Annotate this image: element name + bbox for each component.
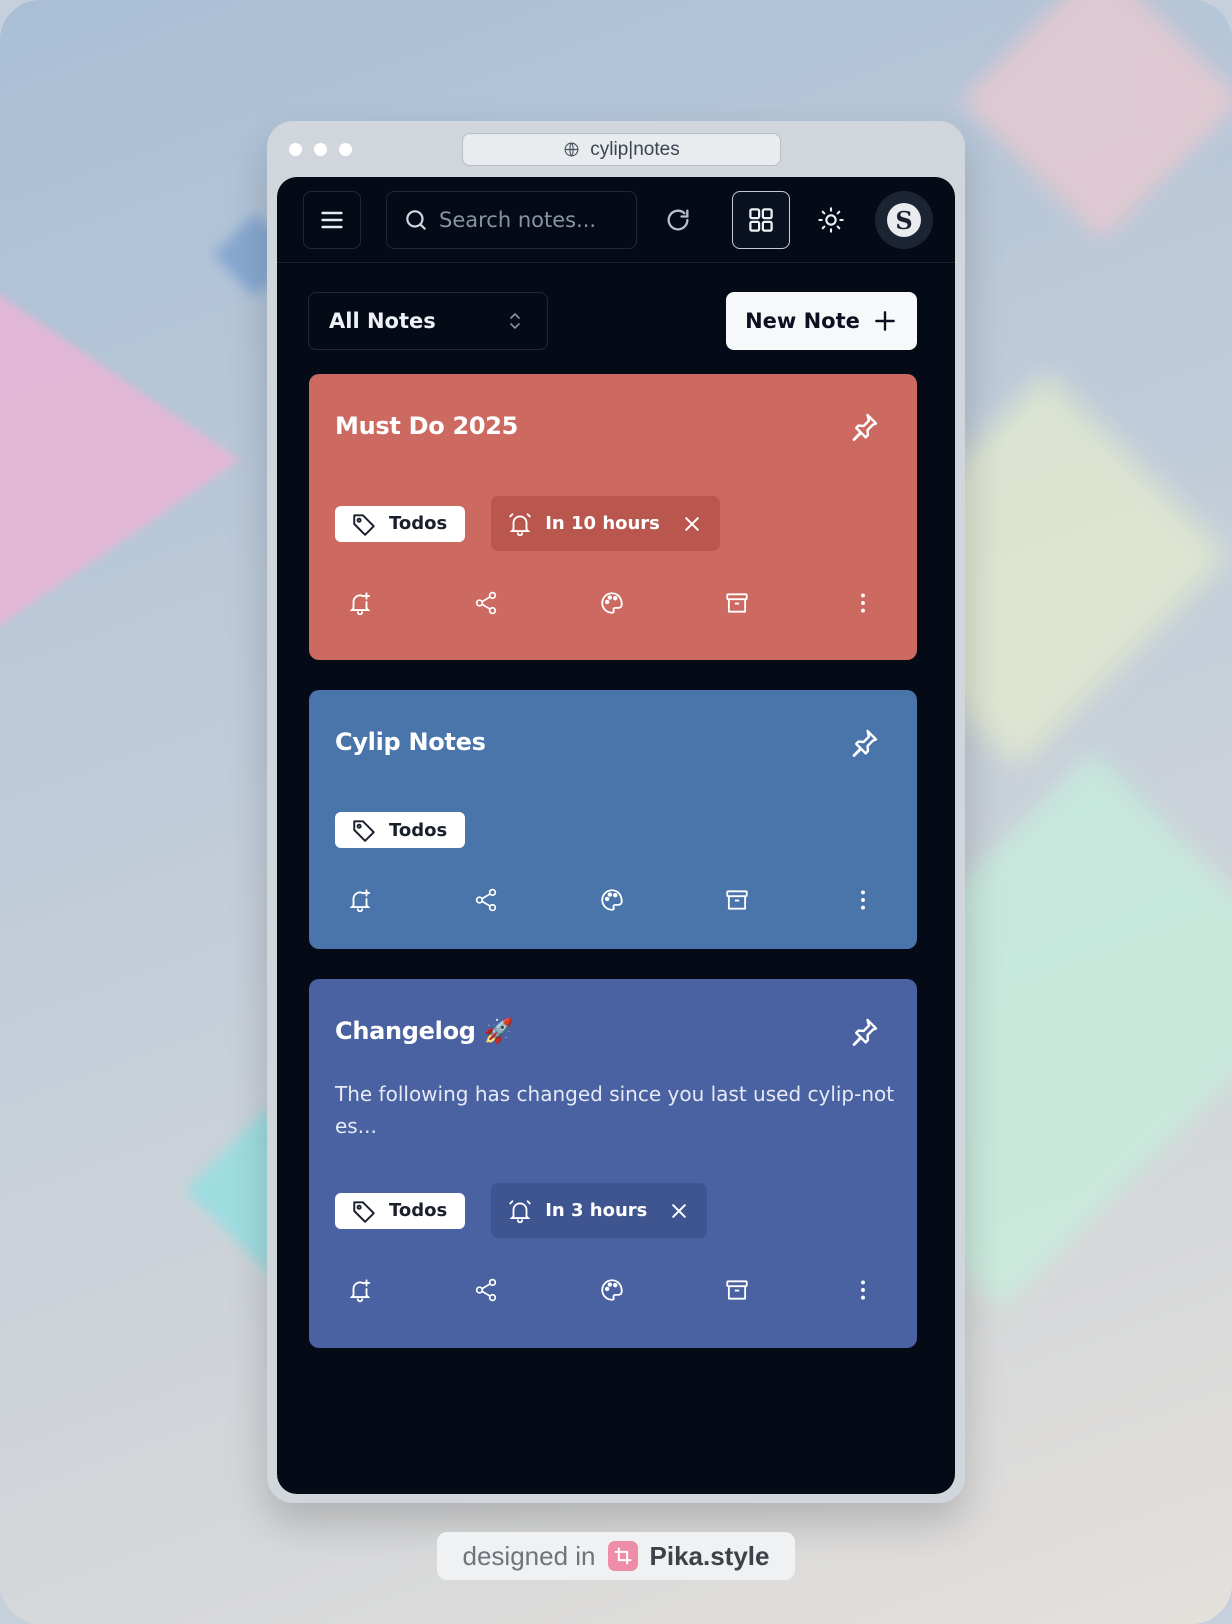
- plus-icon: [875, 311, 895, 331]
- note-actions: [346, 886, 877, 914]
- bell-plus-icon: [349, 1279, 371, 1303]
- grid-view-icon: [749, 208, 773, 232]
- note-title: Changelog 🚀: [335, 1017, 514, 1045]
- grid-view-button[interactable]: [732, 191, 790, 249]
- search-placeholder: Search notes...: [439, 208, 597, 232]
- share-icon: [475, 1278, 496, 1302]
- more-options-button[interactable]: [849, 1276, 877, 1304]
- notes-toolbar: All Notes New Note: [277, 263, 955, 373]
- window-close-dot[interactable]: [289, 143, 302, 156]
- tag-icon: [353, 820, 375, 842]
- add-reminder-button[interactable]: [346, 1276, 374, 1304]
- menu-button[interactable]: [303, 191, 361, 249]
- tag-label: Todos: [389, 819, 448, 841]
- decor-pink-shape: [0, 240, 240, 680]
- more-vertical-icon: [861, 593, 865, 613]
- note-body: The following has changed since you last…: [335, 1082, 895, 1138]
- tag-chip[interactable]: Todos: [335, 505, 466, 542]
- add-reminder-button[interactable]: [346, 886, 374, 914]
- share-icon: [475, 888, 496, 912]
- note-actions: [346, 1276, 877, 1304]
- pin-icon[interactable]: [847, 410, 881, 444]
- pin-icon[interactable]: [847, 1015, 881, 1049]
- notes-filter-select[interactable]: All Notes: [308, 292, 548, 350]
- globe-icon: [564, 142, 579, 157]
- tag-icon: [353, 513, 375, 536]
- search-icon: [406, 210, 426, 230]
- note-title: Must Do 2025: [335, 412, 519, 440]
- reminder-label: In 3 hours: [545, 1200, 648, 1221]
- user-avatar-button[interactable]: S: [875, 191, 933, 249]
- tag-icon: [353, 1200, 375, 1223]
- archive-icon: [726, 593, 748, 613]
- credit-brand: Pika.style: [649, 1540, 770, 1571]
- window-maximize-dot[interactable]: [339, 143, 352, 156]
- bell-icon: [509, 512, 531, 536]
- more-options-button[interactable]: [849, 886, 877, 914]
- add-reminder-button[interactable]: [346, 589, 374, 617]
- note-card[interactable]: Cylip Notes Todos: [309, 690, 917, 949]
- bell-plus-icon: [349, 889, 371, 913]
- refresh-icon: [667, 209, 689, 231]
- archive-button[interactable]: [723, 589, 751, 617]
- more-vertical-icon: [861, 890, 865, 910]
- credit-prefix: designed in: [462, 1540, 596, 1571]
- palette-icon: [600, 592, 623, 614]
- note-chips: Todos In 10 hours: [335, 496, 720, 551]
- search-input[interactable]: Search notes...: [386, 191, 637, 249]
- more-options-button[interactable]: [849, 589, 877, 617]
- reminder-chip[interactable]: In 3 hours: [491, 1183, 708, 1238]
- avatar-letter: S: [887, 203, 921, 237]
- tag-chip[interactable]: Todos: [335, 812, 466, 848]
- bell-plus-icon: [349, 592, 371, 616]
- note-chips: Todos In 3 hours: [335, 1183, 708, 1238]
- tag-label: Todos: [389, 1200, 448, 1221]
- new-note-button[interactable]: New Note: [726, 292, 917, 350]
- theme-toggle-button[interactable]: [802, 191, 860, 249]
- bell-icon: [509, 1199, 531, 1223]
- tag-chip[interactable]: Todos: [335, 1192, 466, 1229]
- more-vertical-icon: [861, 1280, 865, 1300]
- new-note-label: New Note: [745, 309, 860, 333]
- color-button[interactable]: [598, 886, 626, 914]
- share-button[interactable]: [472, 1276, 500, 1304]
- archive-button[interactable]: [723, 886, 751, 914]
- chevron-up-down-icon: [510, 312, 520, 330]
- note-chips: Todos: [335, 812, 466, 848]
- color-button[interactable]: [598, 1276, 626, 1304]
- window-minimize-dot[interactable]: [314, 143, 327, 156]
- note-card[interactable]: Must Do 2025 Todos In 10 hours: [309, 374, 917, 660]
- app-viewport: Search notes... S All Notes New Note Mus…: [277, 177, 955, 1494]
- palette-icon: [600, 889, 623, 911]
- note-title: Cylip Notes: [335, 728, 486, 756]
- share-button[interactable]: [472, 886, 500, 914]
- archive-icon: [726, 1280, 748, 1300]
- palette-icon: [600, 1279, 623, 1301]
- share-button[interactable]: [472, 589, 500, 617]
- pika-logo-icon: [607, 1541, 638, 1571]
- browser-window: cylip|notes Search notes... S All Notes …: [267, 121, 965, 1503]
- menu-icon: [321, 211, 343, 229]
- credit-badge[interactable]: designed in Pika.style: [437, 1532, 795, 1580]
- address-bar[interactable]: cylip|notes: [462, 133, 781, 166]
- note-actions: [346, 589, 877, 617]
- close-icon[interactable]: [669, 1201, 689, 1221]
- refresh-button[interactable]: [649, 191, 707, 249]
- top-bar: Search notes... S: [277, 177, 955, 263]
- pin-icon[interactable]: [847, 726, 881, 760]
- archive-button[interactable]: [723, 1276, 751, 1304]
- url-text: cylip|notes: [590, 138, 680, 160]
- decor-red-shape: [960, 0, 1232, 242]
- filter-selected-label: All Notes: [329, 309, 436, 333]
- tag-label: Todos: [389, 513, 448, 534]
- close-icon[interactable]: [682, 514, 702, 534]
- sun-icon: [818, 207, 844, 233]
- reminder-chip[interactable]: In 10 hours: [491, 496, 720, 551]
- color-button[interactable]: [598, 589, 626, 617]
- share-icon: [475, 591, 496, 615]
- window-controls: [289, 143, 352, 156]
- archive-icon: [726, 890, 748, 910]
- note-card[interactable]: Changelog 🚀 The following has changed si…: [309, 979, 917, 1348]
- reminder-label: In 10 hours: [545, 513, 660, 534]
